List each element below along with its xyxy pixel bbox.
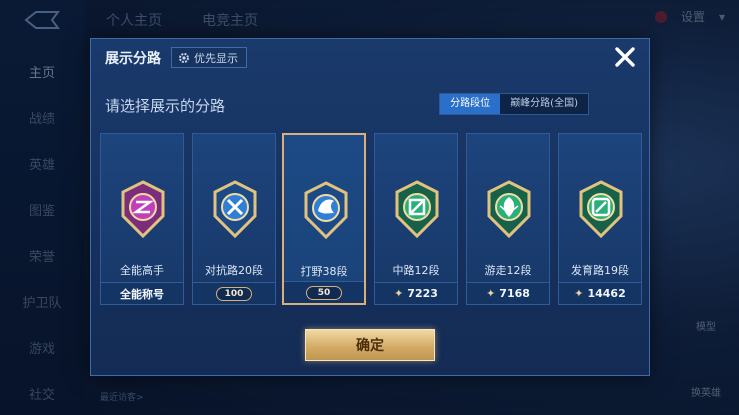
lane-card-footer: ✦ 7223 [375,282,457,304]
power-value: 14462 [587,287,626,300]
power-icon: ✦ [574,287,584,300]
lane-card-label: 发育路19段 [571,264,629,277]
lane-card-footer: 100 [193,282,275,304]
lane-card-footer: 50 [284,281,364,303]
lane-card-label: 打野38段 [300,265,348,278]
rank-plate: 50 [306,285,342,300]
lane-card-label: 游走12段 [484,264,532,277]
dialog-header: 展示分路 优先显示 [91,39,649,75]
dialog-title: 展示分路 [105,51,161,67]
power-icon: ✦ [394,287,404,300]
all-round-badge-icon [121,180,165,238]
lane-card-label: 全能高手 [120,264,164,277]
confirm-button[interactable]: 确定 [305,329,435,361]
tab-peak-lane[interactable]: 巅峰分路(全国) [500,94,588,114]
lane-card-footer: ✦ 7168 [467,282,549,304]
roam-badge-icon [487,180,531,238]
power-icon: ✦ [486,287,496,300]
lane-card-mid[interactable]: 中路12段 ✦ 7223 [374,133,458,305]
clash-lane-badge-icon [213,180,257,238]
gear-icon [179,52,189,63]
dialog-subtitle: 请选择展示的分路 [105,97,226,115]
priority-display-label: 优先显示 [194,51,238,65]
lane-card-footer: 全能称号 [101,282,183,304]
power-value: 7168 [499,287,530,300]
mid-lane-badge-icon [395,180,439,238]
lane-card-label: 对抗路20段 [205,264,263,277]
tab-lane-rank[interactable]: 分路段位 [440,94,501,114]
lane-card-all-round[interactable]: 全能高手 全能称号 [100,133,184,305]
lane-card-farm[interactable]: 发育路19段 ✦ 14462 [558,133,642,305]
lane-card-jungle[interactable]: 打野38段 50 [282,133,366,305]
priority-display-button[interactable]: 优先显示 [171,47,247,68]
rank-plate: 100 [216,286,252,301]
power-value: 7223 [407,287,438,300]
lane-card-roam[interactable]: 游走12段 ✦ 7168 [466,133,550,305]
close-icon [615,47,635,67]
all-round-title-text: 全能称号 [120,287,164,301]
farm-lane-badge-icon [579,180,623,238]
lane-display-dialog: 展示分路 优先显示 请选择展示的分路 分路段位 巅峰分路(全国) 全能高手 全能… [90,38,650,376]
lane-card-footer: ✦ 14462 [559,282,641,304]
jungle-badge-icon [304,181,348,239]
lane-type-toggle: 分路段位 巅峰分路(全国) [439,93,589,115]
close-button[interactable] [611,43,639,71]
lane-card-label: 中路12段 [392,264,440,277]
lane-card-clash[interactable]: 对抗路20段 100 [192,133,276,305]
